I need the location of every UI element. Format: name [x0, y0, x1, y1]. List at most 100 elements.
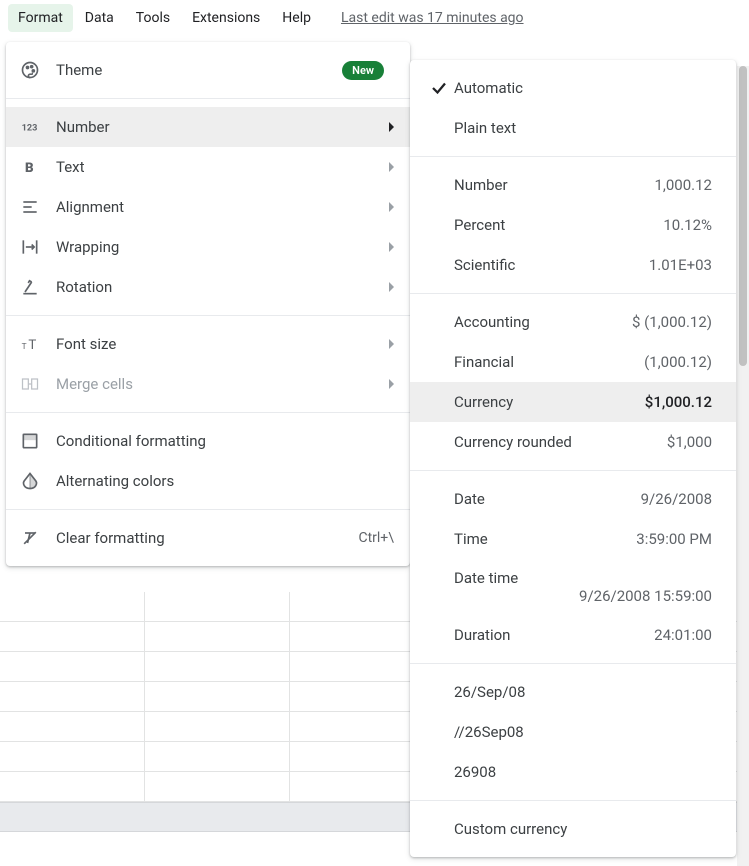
menu-label: Text: [56, 158, 389, 176]
menu-label: Conditional formatting: [56, 432, 394, 450]
submenu-item-financial[interactable]: Financial (1,000.12): [410, 342, 736, 382]
submenu-item-date[interactable]: Date 9/26/2008: [410, 479, 736, 519]
wrap-icon: [20, 237, 40, 257]
menu-label: Clear formatting: [56, 529, 358, 547]
menu-extensions[interactable]: Extensions: [182, 4, 270, 32]
menu-item-conditional-formatting[interactable]: Conditional formatting: [6, 421, 410, 461]
submenu-label: 26908: [454, 763, 712, 781]
chevron-right-icon: [389, 339, 394, 349]
submenu-label: //26Sep08: [454, 723, 712, 741]
submenu-example: 1,000.12: [655, 176, 713, 194]
submenu-item-date-time[interactable]: Date time 9/26/2008 15:59:00: [410, 559, 736, 615]
submenu-example: $1,000.12: [645, 393, 712, 411]
menu-label: Theme: [56, 61, 342, 79]
menu-data[interactable]: Data: [75, 4, 124, 32]
submenu-item-accounting[interactable]: Accounting $ (1,000.12): [410, 302, 736, 342]
separator: [410, 156, 736, 157]
submenu-label: Plain text: [454, 119, 712, 137]
chevron-right-icon: [389, 379, 394, 389]
submenu-label: Date: [454, 490, 641, 508]
separator: [410, 663, 736, 664]
menu-label: Merge cells: [56, 375, 389, 393]
submenu-label: Currency: [454, 393, 645, 411]
menu-label: Alignment: [56, 198, 389, 216]
clear-format-icon: [20, 528, 40, 548]
menu-label: Font size: [56, 335, 389, 353]
submenu-example: (1,000.12): [644, 353, 712, 371]
submenu-item-custom-3[interactable]: 26908: [410, 752, 736, 792]
svg-text:T: T: [28, 338, 36, 353]
submenu-example: 1.01E+03: [649, 256, 712, 274]
menu-item-rotation[interactable]: Rotation: [6, 267, 410, 307]
alternating-colors-icon: [20, 471, 40, 491]
font-size-icon: TT: [20, 334, 40, 354]
menu-item-wrapping[interactable]: Wrapping: [6, 227, 410, 267]
submenu-item-plain-text[interactable]: Plain text: [410, 108, 736, 148]
separator: [6, 315, 410, 316]
menu-item-number[interactable]: 123 Number: [6, 107, 410, 147]
conditional-format-icon: [20, 431, 40, 451]
svg-text:123: 123: [22, 123, 38, 133]
submenu-item-scientific[interactable]: Scientific 1.01E+03: [410, 245, 736, 285]
shortcut-text: Ctrl+\: [358, 530, 394, 546]
submenu-label: Number: [454, 176, 655, 194]
svg-text:T: T: [22, 342, 27, 352]
vertical-scrollbar[interactable]: [737, 66, 749, 866]
submenu-item-custom-1[interactable]: 26/Sep/08: [410, 672, 736, 712]
submenu-item-number[interactable]: Number 1,000.12: [410, 165, 736, 205]
svg-text:B: B: [25, 161, 34, 176]
menu-item-alignment[interactable]: Alignment: [6, 187, 410, 227]
chevron-right-icon: [389, 202, 394, 212]
submenu-example: $ (1,000.12): [632, 313, 712, 331]
bold-icon: B: [20, 157, 40, 177]
menu-label: Number: [56, 118, 389, 136]
separator: [410, 470, 736, 471]
menu-label: Rotation: [56, 278, 389, 296]
submenu-item-currency-rounded[interactable]: Currency rounded $1,000: [410, 422, 736, 462]
submenu-label: Percent: [454, 216, 663, 234]
submenu-example: 3:59:00 PM: [636, 530, 712, 548]
format-dropdown: Theme New 123 Number B Text Alignment Wr…: [6, 42, 410, 566]
menu-item-text[interactable]: B Text: [6, 147, 410, 187]
submenu-item-custom-currency[interactable]: Custom currency: [410, 809, 736, 849]
submenu-item-percent[interactable]: Percent 10.12%: [410, 205, 736, 245]
scrollbar-thumb[interactable]: [739, 66, 747, 366]
submenu-label: Financial: [454, 353, 644, 371]
submenu-label: Duration: [454, 626, 654, 644]
chevron-right-icon: [389, 122, 394, 132]
menubar: Format Data Tools Extensions Help Last e…: [0, 0, 749, 36]
submenu-label: Currency rounded: [454, 433, 667, 451]
menu-label: Alternating colors: [56, 472, 394, 490]
submenu-example: 10.12%: [663, 216, 712, 234]
merge-icon: [20, 374, 40, 394]
number-submenu: Automatic Plain text Number 1,000.12 Per…: [410, 60, 736, 857]
menu-item-merge-cells: Merge cells: [6, 364, 410, 404]
align-icon: [20, 197, 40, 217]
menu-item-alternating-colors[interactable]: Alternating colors: [6, 461, 410, 501]
number-123-icon: 123: [20, 117, 40, 137]
submenu-label: Scientific: [454, 256, 649, 274]
submenu-item-time[interactable]: Time 3:59:00 PM: [410, 519, 736, 559]
submenu-label: 26/Sep/08: [454, 683, 712, 701]
submenu-example: $1,000: [667, 433, 712, 451]
check-icon: [430, 79, 454, 97]
separator: [410, 800, 736, 801]
menu-item-font-size[interactable]: TT Font size: [6, 324, 410, 364]
submenu-label: Date time: [454, 569, 712, 587]
menu-item-clear-formatting[interactable]: Clear formatting Ctrl+\: [6, 518, 410, 558]
submenu-label: Custom currency: [454, 820, 712, 838]
submenu-label: Time: [454, 530, 636, 548]
submenu-item-custom-2[interactable]: //26Sep08: [410, 712, 736, 752]
last-edit-link[interactable]: Last edit was 17 minutes ago: [341, 10, 524, 26]
menu-item-theme[interactable]: Theme New: [6, 50, 410, 90]
menu-label: Wrapping: [56, 238, 389, 256]
submenu-label: Accounting: [454, 313, 632, 331]
separator: [6, 412, 410, 413]
menu-tools[interactable]: Tools: [126, 4, 180, 32]
new-badge: New: [342, 61, 384, 80]
submenu-item-automatic[interactable]: Automatic: [410, 68, 736, 108]
menu-format[interactable]: Format: [8, 4, 73, 32]
menu-help[interactable]: Help: [272, 4, 321, 32]
submenu-item-duration[interactable]: Duration 24:01:00: [410, 615, 736, 655]
submenu-item-currency[interactable]: Currency $1,000.12: [410, 382, 736, 422]
